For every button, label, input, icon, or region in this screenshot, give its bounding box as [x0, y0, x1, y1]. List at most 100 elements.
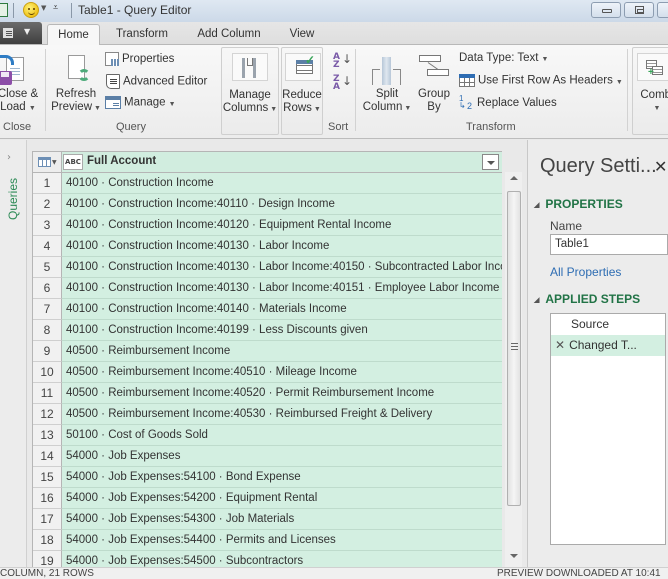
query-name-input[interactable]: Table1: [550, 234, 668, 255]
cell-full-account[interactable]: 54000 · Job Expenses:54500 · Subcontract…: [62, 551, 502, 567]
replace-values-button[interactable]: 1 ↳ 2 Replace Values: [458, 94, 557, 111]
row-number[interactable]: 5: [33, 257, 62, 278]
table-row[interactable]: 9 40500 · Reimbursement Income: [33, 341, 502, 362]
sort-descending-button[interactable]: Z A ↓: [333, 75, 352, 92]
tab-view[interactable]: View: [282, 24, 322, 45]
cell-full-account[interactable]: 54000 · Job Expenses: [62, 446, 502, 467]
combine-button[interactable]: + Combi ▼: [632, 47, 668, 135]
row-number[interactable]: 10: [33, 362, 62, 383]
close-icon[interactable]: ✕: [654, 157, 667, 176]
reduce-rows-button[interactable]: Reduce Rows ▼: [281, 47, 323, 135]
sort-ascending-button[interactable]: A Z ↓: [333, 53, 352, 70]
row-number[interactable]: 6: [33, 278, 62, 299]
cell-full-account[interactable]: 54000 · Job Expenses:54100 · Bond Expens…: [62, 467, 502, 488]
table-row[interactable]: 19 54000 · Job Expenses:54500 · Subcontra…: [33, 551, 502, 567]
table-row[interactable]: 2 40100 · Construction Income:40110 · Des…: [33, 194, 502, 215]
data-type-dropdown[interactable]: Data Type: Text ▼: [459, 52, 548, 64]
row-number[interactable]: 8: [33, 320, 62, 341]
row-number[interactable]: 14: [33, 446, 62, 467]
table-row[interactable]: 18 54000 · Job Expenses:54400 · Permits a…: [33, 530, 502, 551]
cell-full-account[interactable]: 40100 · Construction Income:40140 · Mate…: [62, 299, 502, 320]
customize-toolbar-icon[interactable]: ⩡: [53, 3, 58, 13]
chevron-right-icon[interactable]: ›: [7, 152, 11, 163]
feedback-dropdown-icon[interactable]: ▼: [41, 4, 46, 12]
cell-full-account[interactable]: 40100 · Construction Income:40199 · Less…: [62, 320, 502, 341]
cell-full-account[interactable]: 40100 · Construction Income:40120 · Equi…: [62, 215, 502, 236]
applied-steps-section-header[interactable]: ◢ APPLIED STEPS: [534, 292, 640, 306]
table-row[interactable]: 15 54000 · Job Expenses:54100 · Bond Expe…: [33, 467, 502, 488]
cell-full-account[interactable]: 40500 · Reimbursement Income:40520 · Per…: [62, 383, 502, 404]
cell-full-account[interactable]: 40500 · Reimbursement Income:40530 · Rei…: [62, 404, 502, 425]
delete-step-icon[interactable]: ✕: [555, 338, 565, 352]
cell-full-account[interactable]: 40100 · Construction Income:40130 · Labo…: [62, 236, 502, 257]
table-row[interactable]: 6 40100 · Construction Income:40130 · Lab…: [33, 278, 502, 299]
row-number[interactable]: 17: [33, 509, 62, 530]
cell-full-account[interactable]: 54000 · Job Expenses:54300 · Job Materia…: [62, 509, 502, 530]
row-number[interactable]: 13: [33, 425, 62, 446]
refresh-preview-button[interactable]: Refresh Preview ▼: [50, 47, 102, 119]
cell-full-account[interactable]: 40100 · Construction Income:40130 · Labo…: [62, 257, 502, 278]
column-header-full-account[interactable]: ABC Full Account: [62, 152, 502, 173]
table-row[interactable]: 11 40500 · Reimbursement Income:40520 · P…: [33, 383, 502, 404]
column-filter-button[interactable]: [482, 154, 499, 170]
row-number[interactable]: 11: [33, 383, 62, 404]
row-number[interactable]: 2: [33, 194, 62, 215]
row-number[interactable]: 15: [33, 467, 62, 488]
table-row[interactable]: 5 40100 · Construction Income:40130 · Lab…: [33, 257, 502, 278]
row-number[interactable]: 16: [33, 488, 62, 509]
scroll-up-icon[interactable]: [510, 176, 518, 180]
cell-full-account[interactable]: 54000 · Job Expenses:54200 · Equipment R…: [62, 488, 502, 509]
column-type-text-button[interactable]: ABC: [63, 154, 83, 170]
split-column-button[interactable]: Split Column ▼: [362, 47, 412, 119]
queries-label[interactable]: Queries: [6, 174, 20, 224]
row-number[interactable]: 1: [33, 173, 62, 194]
advanced-editor-button[interactable]: Advanced Editor: [106, 74, 207, 89]
queries-pane-collapsed[interactable]: › Queries: [0, 140, 27, 567]
cell-full-account[interactable]: 40500 · Reimbursement Income: [62, 341, 502, 362]
table-menu-button[interactable]: ▼: [33, 152, 62, 173]
manage-columns-button[interactable]: Manage Columns ▼: [221, 47, 279, 135]
row-number[interactable]: 3: [33, 215, 62, 236]
scrollbar-thumb[interactable]: [507, 191, 521, 506]
table-row[interactable]: 8 40100 · Construction Income:40199 · Les…: [33, 320, 502, 341]
scroll-down-icon[interactable]: [510, 554, 518, 558]
table-row[interactable]: 14 54000 · Job Expenses: [33, 446, 502, 467]
close-window-button[interactable]: [657, 2, 668, 18]
table-row[interactable]: 13 50100 · Cost of Goods Sold: [33, 425, 502, 446]
row-number[interactable]: 9: [33, 341, 62, 362]
file-menu-button[interactable]: ▼: [0, 22, 42, 44]
vertical-scrollbar[interactable]: [505, 172, 522, 567]
table-row[interactable]: 7 40100 · Construction Income:40140 · Mat…: [33, 299, 502, 320]
row-number[interactable]: 7: [33, 299, 62, 320]
properties-button[interactable]: Properties: [105, 52, 174, 66]
cell-full-account[interactable]: 40100 · Construction Income:40110 · Desi…: [62, 194, 502, 215]
minimize-button[interactable]: [591, 2, 621, 18]
table-row[interactable]: 17 54000 · Job Expenses:54300 · Job Mater…: [33, 509, 502, 530]
cell-full-account[interactable]: 40100 · Construction Income: [62, 173, 502, 194]
tab-transform[interactable]: Transform: [106, 24, 178, 45]
row-number[interactable]: 4: [33, 236, 62, 257]
tab-home[interactable]: Home: [47, 24, 100, 46]
row-number[interactable]: 12: [33, 404, 62, 425]
step-source[interactable]: Source: [551, 314, 665, 335]
properties-section-header[interactable]: ◢ PROPERTIES: [534, 197, 623, 211]
cell-full-account[interactable]: 54000 · Job Expenses:54400 · Permits and…: [62, 530, 502, 551]
row-number[interactable]: 19: [33, 551, 62, 567]
table-row[interactable]: 16 54000 · Job Expenses:54200 · Equipment…: [33, 488, 502, 509]
row-number[interactable]: 18: [33, 530, 62, 551]
tab-add-column[interactable]: Add Column: [186, 24, 272, 45]
cell-full-account[interactable]: 50100 · Cost of Goods Sold: [62, 425, 502, 446]
step-changed-type[interactable]: ✕ Changed T...: [551, 335, 665, 356]
table-row[interactable]: 10 40500 · Reimbursement Income:40510 · M…: [33, 362, 502, 383]
table-row[interactable]: 12 40500 · Reimbursement Income:40530 · R…: [33, 404, 502, 425]
smiley-feedback-icon[interactable]: [23, 2, 39, 18]
all-properties-link[interactable]: All Properties: [550, 265, 621, 279]
manage-button[interactable]: Manage ▼: [105, 96, 176, 109]
maximize-button[interactable]: [624, 2, 654, 18]
group-by-button[interactable]: Group By: [414, 47, 454, 119]
cell-full-account[interactable]: 40500 · Reimbursement Income:40510 · Mil…: [62, 362, 502, 383]
cell-full-account[interactable]: 40100 · Construction Income:40130 · Labo…: [62, 278, 502, 299]
use-first-row-headers-button[interactable]: Use First Row As Headers ▼: [459, 74, 623, 87]
table-row[interactable]: 1 40100 · Construction Income: [33, 173, 502, 194]
excel-icon[interactable]: [0, 3, 8, 17]
